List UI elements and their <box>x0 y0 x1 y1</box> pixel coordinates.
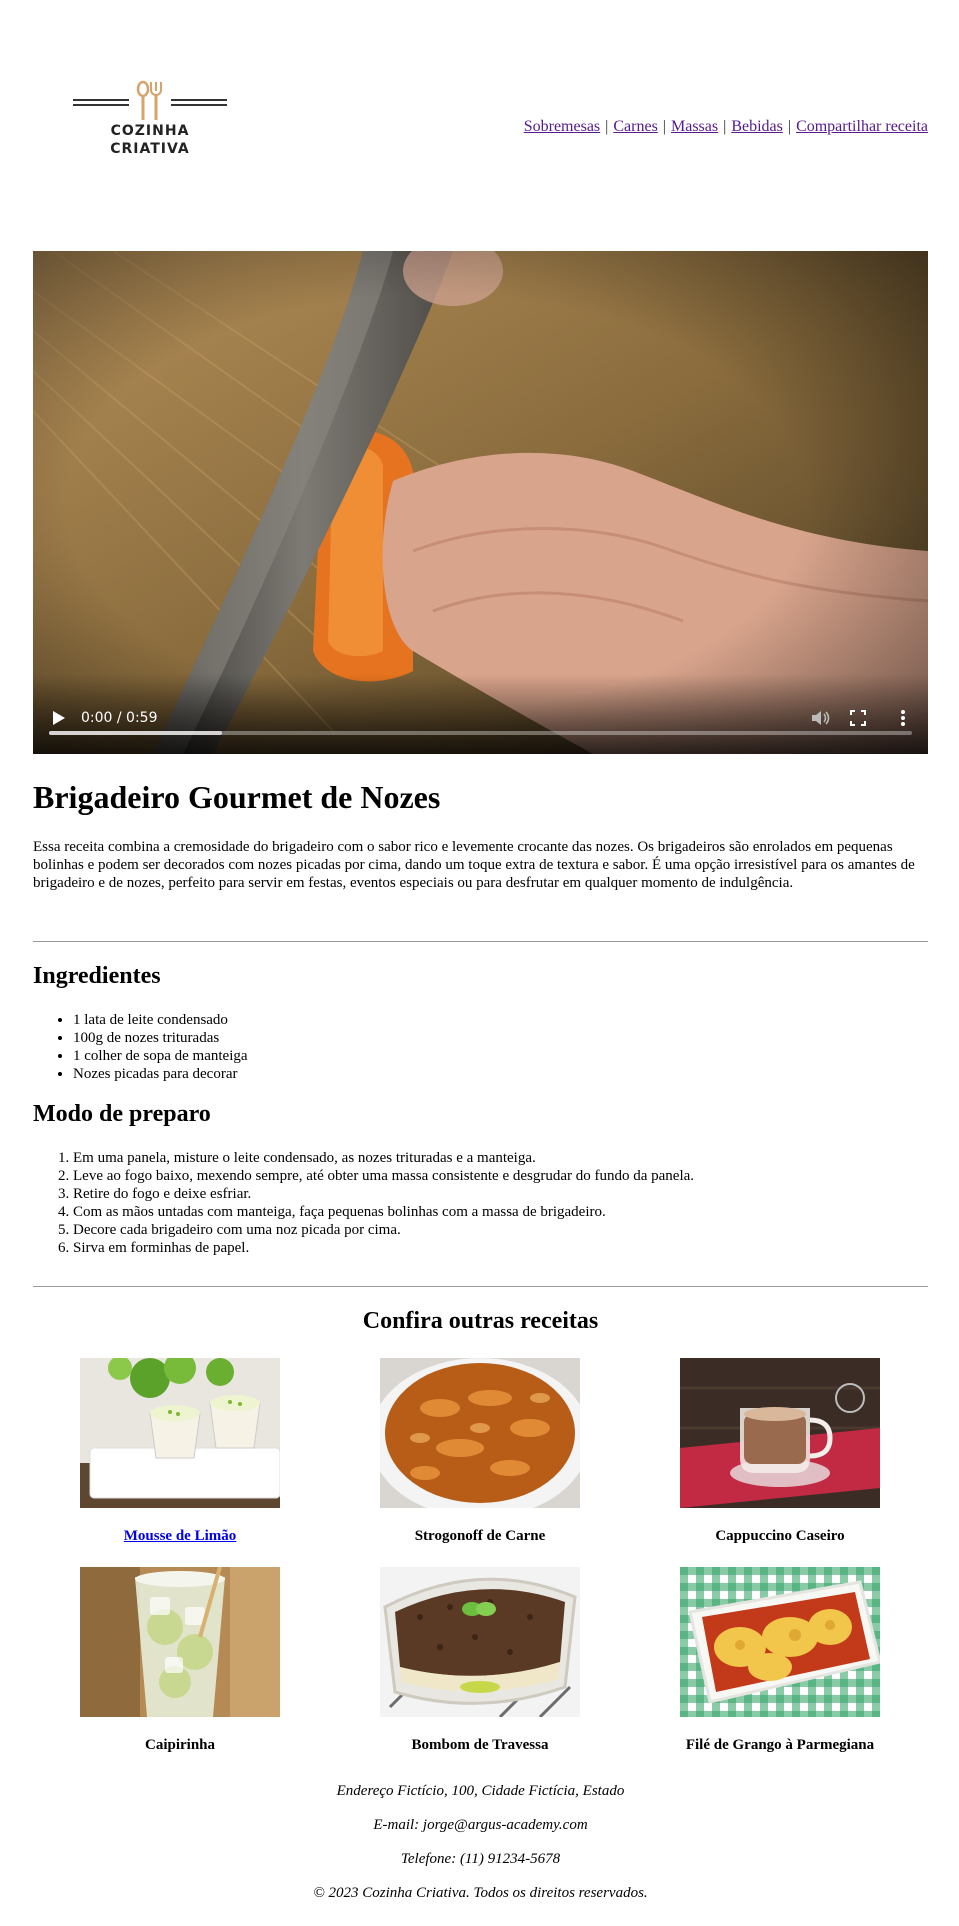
ingredients-list: 1 lata de leite condensado 100g de nozes… <box>33 1011 248 1083</box>
video-progress-bar[interactable] <box>49 731 912 735</box>
step-item: Com as mãos untadas com manteiga, faça p… <box>73 1203 694 1221</box>
caipirinha-image[interactable] <box>80 1567 280 1717</box>
recipe-card-title: Caipirinha <box>144 1737 216 1753</box>
footer-email: E-mail: jorge@argus-academy.com <box>373 1817 588 1833</box>
nav-separator: | <box>605 118 609 135</box>
strogonoff-image[interactable] <box>380 1358 580 1508</box>
recipe-card-cappuccino[interactable]: Cappuccino Caseiro <box>635 1358 925 1545</box>
ingredient-item: 100g de nozes trituradas <box>73 1029 248 1047</box>
ingredient-item: 1 colher de sopa de manteiga <box>73 1047 248 1065</box>
step-item: Sirva em forminhas de papel. <box>73 1239 694 1257</box>
footer-address: Endereço Fictício, 100, Cidade Fictícia,… <box>336 1783 625 1799</box>
nav-link-bebidas[interactable]: Bebidas <box>731 118 783 135</box>
recipe-card-title: Strogonoff de Carne <box>414 1528 546 1544</box>
recipe-card-mousse[interactable]: Mousse de Limão <box>35 1358 325 1545</box>
more-options-icon[interactable] <box>892 707 914 729</box>
logo-text: COZINHA CRIATIVA <box>71 122 229 158</box>
spoon-fork-icon <box>73 80 227 120</box>
preparation-heading: Modo de preparo <box>33 1101 211 1127</box>
step-item: Decore cada brigadeiro com uma noz picad… <box>73 1221 694 1239</box>
video-player[interactable]: 0:00 / 0:59 <box>33 251 928 754</box>
nav-separator: | <box>787 118 792 135</box>
nav-link-carnes[interactable]: Carnes <box>613 118 657 135</box>
nav-link-compartilhar[interactable]: Compartilhar receita <box>796 118 928 135</box>
recipe-card-strogonoff[interactable]: Strogonoff de Carne <box>335 1358 625 1545</box>
step-item: Retire do fogo e deixe esfriar. <box>73 1185 694 1203</box>
ingredient-item: 1 lata de leite condensado <box>73 1011 248 1029</box>
ingredients-heading: Ingredientes <box>33 963 161 989</box>
play-icon[interactable] <box>47 707 69 729</box>
recipe-title: Brigadeiro Gourmet de Nozes <box>33 779 441 815</box>
fullscreen-icon[interactable] <box>847 707 869 729</box>
recipe-card-bombom[interactable]: Bombom de Travessa <box>335 1567 625 1754</box>
divider <box>33 1286 928 1287</box>
ingredient-item: Nozes picadas para decorar <box>73 1065 248 1083</box>
recipe-card-title: Filé de Grango à Parmegiana <box>685 1737 875 1753</box>
mute-icon[interactable] <box>809 707 831 729</box>
recipe-card-caipirinha[interactable]: Caipirinha <box>35 1567 325 1754</box>
main-nav: Sobremesas | Carnes | Massas | Bebidas |… <box>524 118 928 136</box>
nav-separator: | <box>662 118 666 135</box>
mousse-image[interactable] <box>80 1358 280 1508</box>
step-item: Em uma panela, misture o leite condensad… <box>73 1149 694 1167</box>
video-progress-fill <box>49 731 222 735</box>
site-logo[interactable]: COZINHA CRIATIVA <box>71 78 229 158</box>
nav-link-sobremesas[interactable]: Sobremesas <box>524 118 600 135</box>
page: COZINHA CRIATIVA Sobremesas | Carnes | M… <box>33 0 928 1901</box>
video-time: 0:00 / 0:59 <box>81 710 158 726</box>
recipe-card-title: Cappuccino Caseiro <box>715 1528 845 1544</box>
recipe-card-title[interactable]: Mousse de Limão <box>35 1528 325 1545</box>
bombom-image[interactable] <box>380 1567 580 1717</box>
site-header: COZINHA CRIATIVA Sobremesas | Carnes | M… <box>33 0 928 200</box>
cappuccino-image[interactable] <box>680 1358 880 1508</box>
logo-line-1: COZINHA <box>110 123 190 139</box>
nav-separator: | <box>723 118 727 135</box>
recipe-intro: Essa receita combina a cremosidade do br… <box>33 839 915 891</box>
divider <box>33 941 928 942</box>
preparation-steps: Em uma panela, misture o leite condensad… <box>33 1149 694 1257</box>
logo-line-2: CRIATIVA <box>110 141 190 157</box>
recipe-card-parmegiana[interactable]: Filé de Grango à Parmegiana <box>635 1567 925 1754</box>
nav-link-massas[interactable]: Massas <box>671 118 718 135</box>
video-controls-overlay <box>33 674 928 754</box>
recipe-card-title: Bombom de Travessa <box>411 1737 549 1753</box>
footer-copyright: © 2023 Cozinha Criativa. Todos os direit… <box>313 1885 648 1901</box>
parmegiana-image[interactable] <box>680 1567 880 1717</box>
more-recipes-heading: Confira outras receitas <box>362 1308 599 1334</box>
site-footer: Endereço Fictício, 100, Cidade Fictícia,… <box>33 1782 928 1918</box>
footer-phone: Telefone: (11) 91234-5678 <box>400 1851 561 1867</box>
step-item: Leve ao fogo baixo, mexendo sempre, até … <box>73 1167 694 1185</box>
